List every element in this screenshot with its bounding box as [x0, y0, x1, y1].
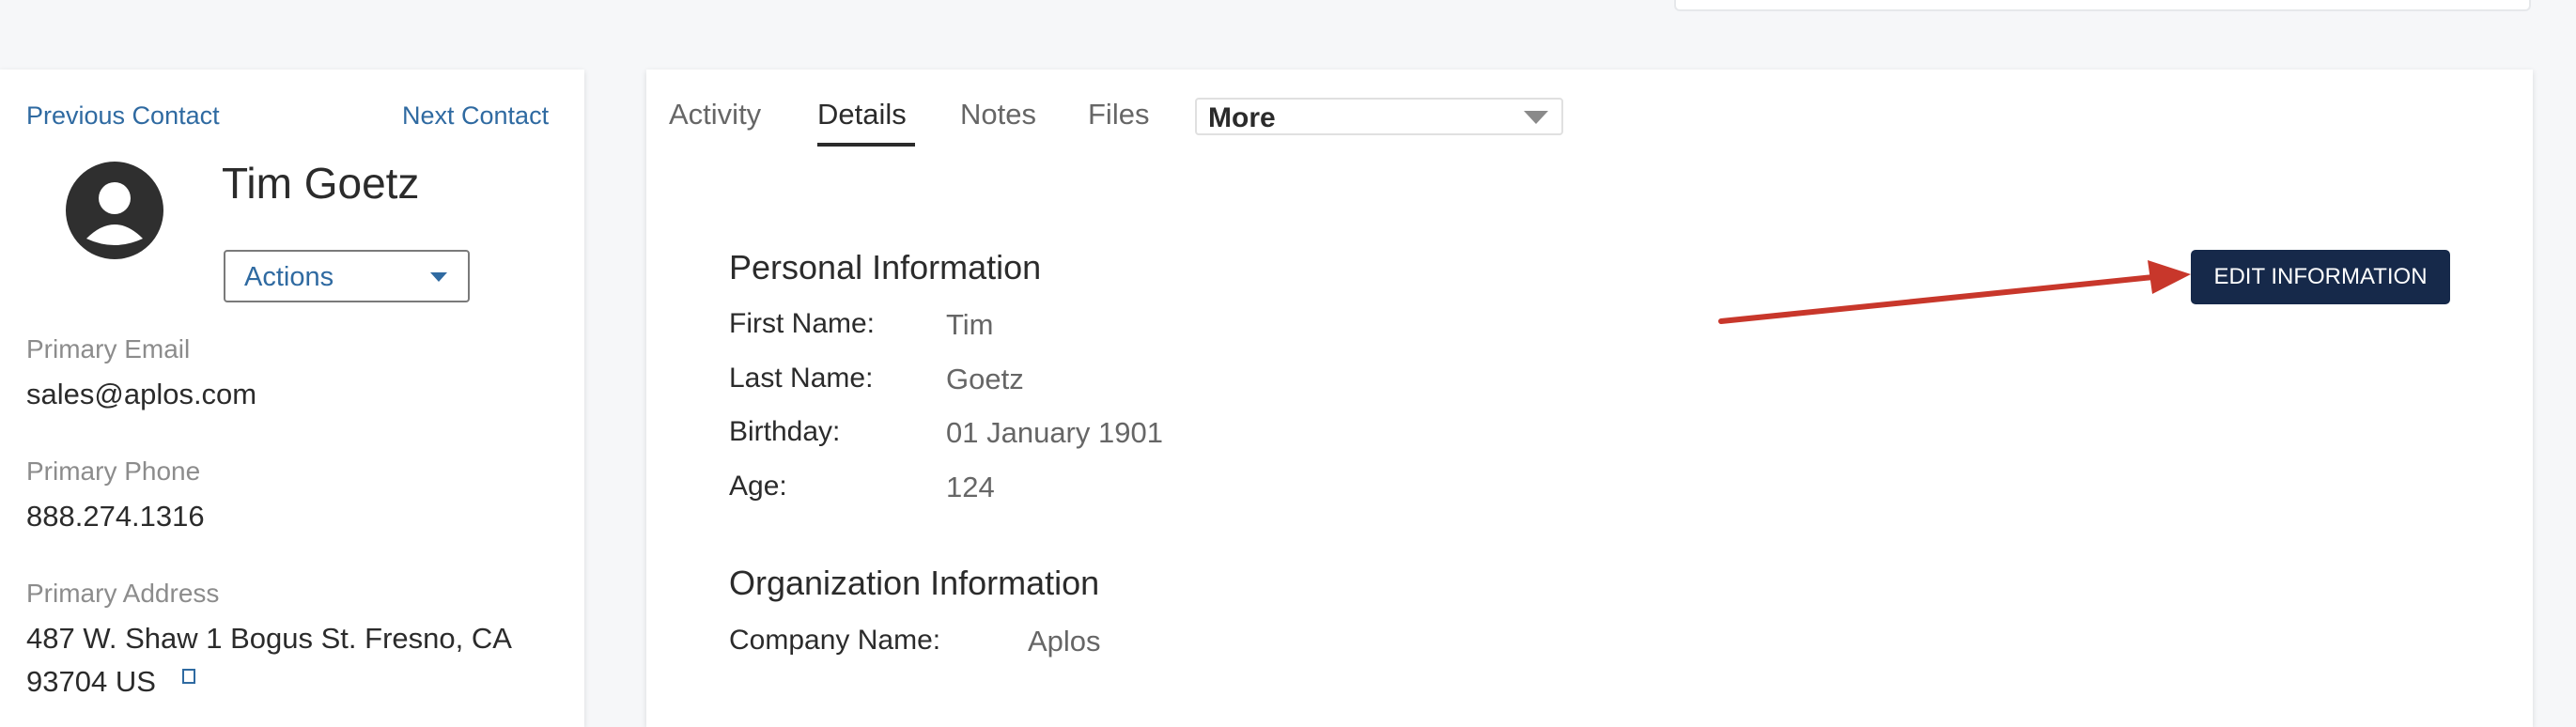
more-select-label: More: [1208, 102, 1276, 133]
primary-address-label: Primary Address: [26, 579, 220, 608]
company-name-value: Aplos: [1028, 625, 1101, 657]
avatar: [66, 162, 163, 259]
primary-email-value: sales@aplos.com: [26, 378, 257, 410]
primary-address-line2: 93704 US: [26, 665, 156, 698]
annotation-arrow-icon: [1718, 260, 2191, 324]
edit-information-button[interactable]: EDIT INFORMATION: [2191, 250, 2450, 304]
first-name-label: First Name:: [729, 308, 876, 339]
tab-details[interactable]: Details: [817, 98, 907, 131]
tab-notes[interactable]: Notes: [960, 98, 1036, 131]
first-name-value: Tim: [946, 308, 994, 341]
last-name-label: Last Name:: [729, 363, 874, 394]
tab-activity[interactable]: Activity: [669, 98, 761, 131]
primary-address-line1: 487 W. Shaw 1 Bogus St. Fresno, CA: [26, 622, 512, 655]
birthday-label: Birthday:: [729, 416, 841, 447]
top-search-box[interactable]: [1674, 0, 2531, 11]
birthday-value: 01 January 1901: [946, 416, 1163, 449]
next-contact-link[interactable]: Next Contact: [402, 101, 549, 131]
contact-name: Tim Goetz: [222, 159, 420, 208]
actions-label: Actions: [244, 262, 334, 292]
primary-email-label: Primary Email: [26, 334, 191, 364]
active-tab-indicator: [817, 143, 915, 147]
company-name-label: Company Name:: [729, 625, 941, 656]
age-value: 124: [946, 471, 995, 503]
age-label: Age:: [729, 471, 787, 502]
personal-information-title: Personal Information: [729, 248, 1042, 286]
user-avatar-icon: [66, 162, 163, 259]
chevron-down-icon: [1524, 111, 1548, 124]
primary-phone-label: Primary Phone: [26, 456, 201, 486]
copy-icon[interactable]: [180, 667, 199, 686]
previous-contact-link[interactable]: Previous Contact: [26, 101, 220, 131]
tab-files[interactable]: Files: [1088, 98, 1149, 131]
chevron-down-icon: [430, 272, 447, 282]
last-name-value: Goetz: [946, 363, 1024, 395]
organization-information-title: Organization Information: [729, 564, 1100, 602]
more-tabs-select[interactable]: More: [1195, 98, 1563, 135]
primary-phone-value: 888.274.1316: [26, 500, 205, 533]
actions-dropdown-button[interactable]: Actions: [224, 250, 470, 302]
